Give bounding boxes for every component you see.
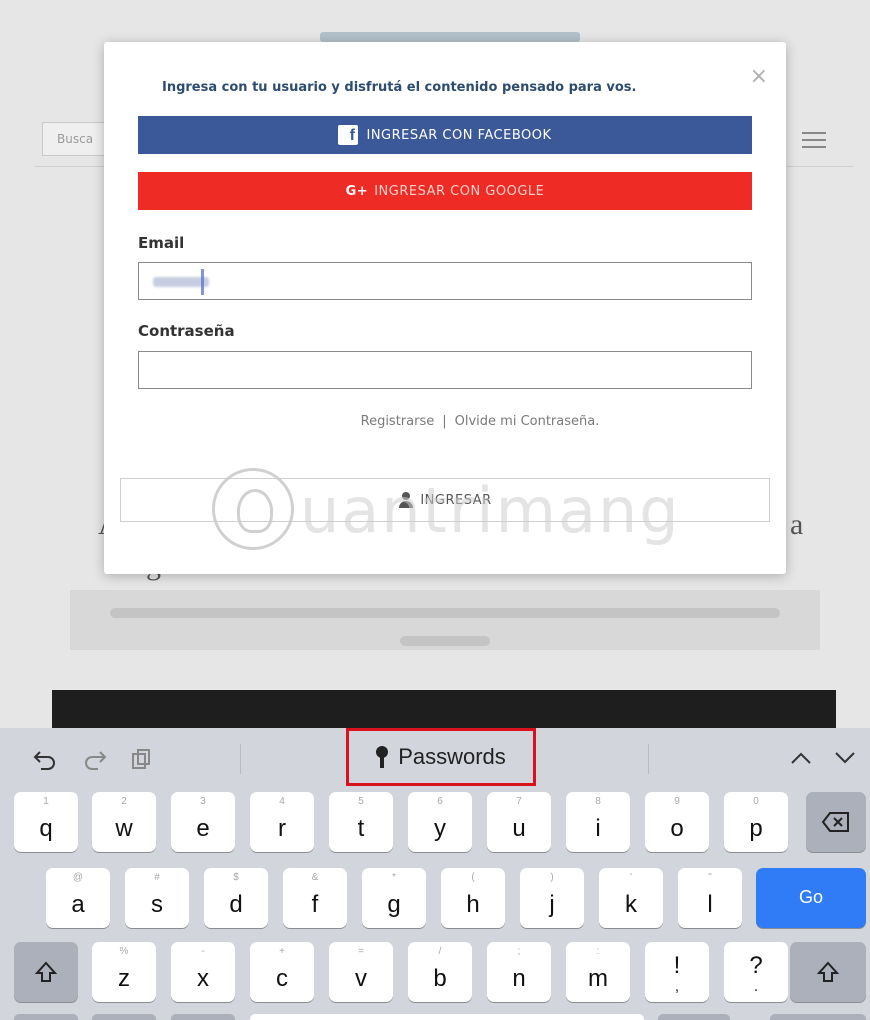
key-y[interactable]: 6y: [408, 792, 472, 852]
email-field[interactable]: [138, 262, 752, 300]
background-heading-fragment: a: [790, 508, 804, 541]
google-login-label: INGRESAR CON GOOGLE: [374, 183, 545, 199]
key-b[interactable]: / b: [408, 942, 472, 1002]
key-f[interactable]: & f: [283, 868, 347, 928]
backspace-key[interactable]: [806, 792, 866, 852]
chevron-up-icon[interactable]: [790, 748, 812, 770]
backspace-icon: [821, 812, 849, 832]
key-a[interactable]: @ a: [46, 868, 110, 928]
email-label: Email: [138, 234, 185, 252]
submit-login-button[interactable]: INGRESAR: [120, 478, 770, 522]
key-question[interactable]: .?: [724, 942, 788, 1002]
google-login-button[interactable]: G+ INGRESAR CON GOOGLE: [138, 172, 752, 210]
password-label: Contraseña: [138, 322, 235, 340]
key-c[interactable]: + c: [250, 942, 314, 1002]
key-w[interactable]: 2w: [92, 792, 156, 852]
numbers-key[interactable]: [14, 1014, 78, 1020]
key-h[interactable]: (h: [441, 868, 505, 928]
hide-keyboard-key[interactable]: [770, 1014, 866, 1020]
modal-intro-text: Ingresa con tu usuario y disfrutá el con…: [162, 80, 637, 95]
undo-icon[interactable]: [32, 748, 58, 775]
key-u[interactable]: 7u: [487, 792, 551, 852]
toolbar-divider: [240, 744, 241, 774]
key-m[interactable]: :m: [566, 942, 630, 1002]
key-i[interactable]: 8i: [566, 792, 630, 852]
text-cursor: [201, 269, 204, 295]
key-n[interactable]: ; n: [487, 942, 551, 1002]
user-icon: [398, 492, 414, 508]
blurred-text-block: [70, 590, 820, 650]
onscreen-keyboard: Passwords 1q 2w 3e 4r 5t 6y 7u 8i 9o 0p …: [0, 728, 870, 1020]
globe-key[interactable]: [92, 1014, 156, 1020]
key-v[interactable]: = v: [329, 942, 393, 1002]
facebook-login-button[interactable]: f INGRESAR CON FACEBOOK: [138, 116, 752, 154]
key-o[interactable]: 9o: [645, 792, 709, 852]
dictation-key[interactable]: [171, 1014, 235, 1020]
link-separator: |: [442, 414, 447, 429]
key-k[interactable]: ' k: [599, 868, 663, 928]
key-g[interactable]: * g: [362, 868, 426, 928]
shift-icon: [35, 961, 57, 982]
key-e[interactable]: 3e: [171, 792, 235, 852]
shift-key-right[interactable]: [790, 942, 866, 1002]
background-image-strip: [52, 690, 836, 728]
key-l[interactable]: " l: [678, 868, 742, 928]
key-icon: [376, 746, 389, 768]
chevron-down-icon[interactable]: [834, 748, 856, 770]
google-plus-icon: G+: [345, 183, 369, 199]
key-s[interactable]: # s: [125, 868, 189, 928]
key-j[interactable]: ) j: [520, 868, 584, 928]
key-q[interactable]: 1q: [14, 792, 78, 852]
key-x[interactable]: -x: [171, 942, 235, 1002]
space-key[interactable]: [250, 1014, 644, 1020]
toolbar-divider: [648, 744, 649, 774]
redo-icon[interactable]: [82, 748, 108, 775]
forgot-password-link[interactable]: Olvide mi Contraseña.: [455, 414, 600, 429]
hamburger-menu-icon: [802, 132, 826, 153]
keyboard-quicktype-bar: Passwords: [0, 728, 870, 790]
numbers-key-right[interactable]: [658, 1014, 730, 1020]
shift-key-left[interactable]: [14, 942, 78, 1002]
key-r[interactable]: 4r: [250, 792, 314, 852]
go-button[interactable]: Go: [756, 868, 866, 928]
key-d[interactable]: $ d: [204, 868, 268, 928]
key-z[interactable]: % z: [92, 942, 156, 1002]
password-field[interactable]: [138, 351, 752, 389]
register-link[interactable]: Registrarse: [361, 414, 435, 429]
key-p[interactable]: 0p: [724, 792, 788, 852]
facebook-login-label: INGRESAR CON FACEBOOK: [366, 127, 552, 143]
auth-links: Registrarse | Olvide mi Contraseña.: [104, 414, 786, 429]
key-t[interactable]: 5t: [329, 792, 393, 852]
facebook-icon: f: [338, 125, 359, 145]
passwords-button[interactable]: Passwords: [346, 728, 536, 786]
shift-icon: [817, 961, 839, 982]
submit-login-label: INGRESAR: [420, 492, 492, 508]
passwords-label: Passwords: [398, 744, 506, 769]
key-exclamation[interactable]: ,!: [645, 942, 709, 1002]
login-modal: × Ingresa con tu usuario y disfrutá el c…: [104, 42, 786, 574]
paste-icon[interactable]: [130, 748, 152, 775]
